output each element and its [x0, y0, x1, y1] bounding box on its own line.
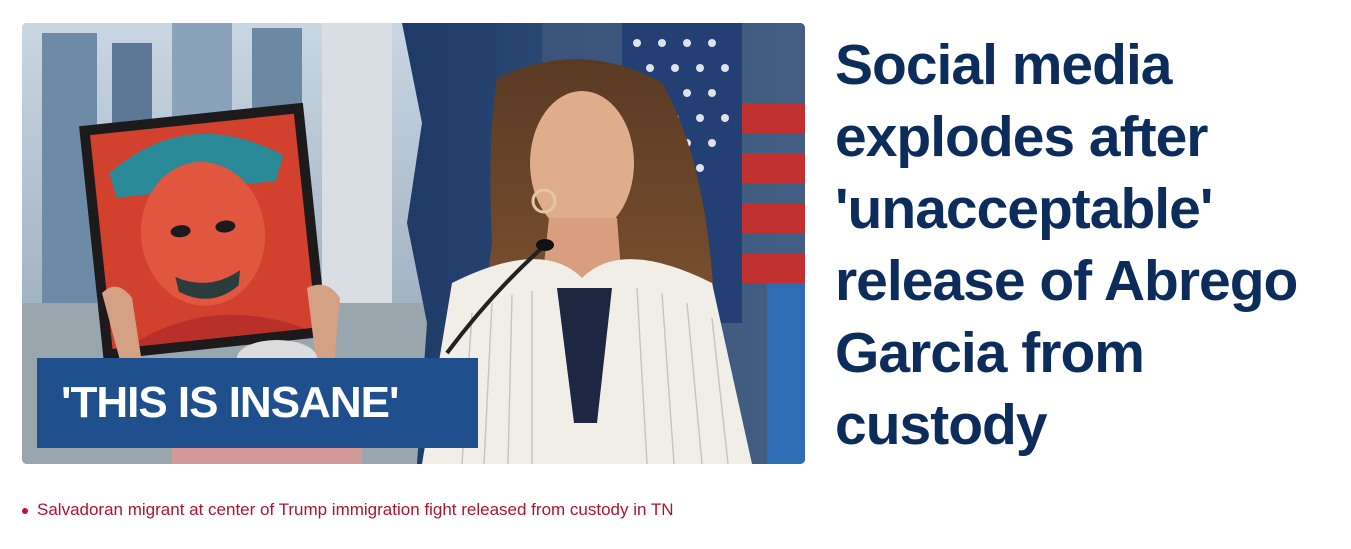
- bullet-icon: [22, 507, 28, 514]
- related-links: Salvadoran migrant at center of Trump im…: [22, 500, 674, 520]
- hero-overlay-label: 'THIS IS INSANE': [37, 358, 478, 448]
- related-link-text[interactable]: Salvadoran migrant at center of Trump im…: [37, 500, 674, 520]
- related-link-item[interactable]: Salvadoran migrant at center of Trump im…: [22, 500, 674, 520]
- headline-link[interactable]: Social media explodes after 'unacceptabl…: [835, 29, 1330, 461]
- hero-image[interactable]: 'THIS IS INSANE': [22, 23, 805, 464]
